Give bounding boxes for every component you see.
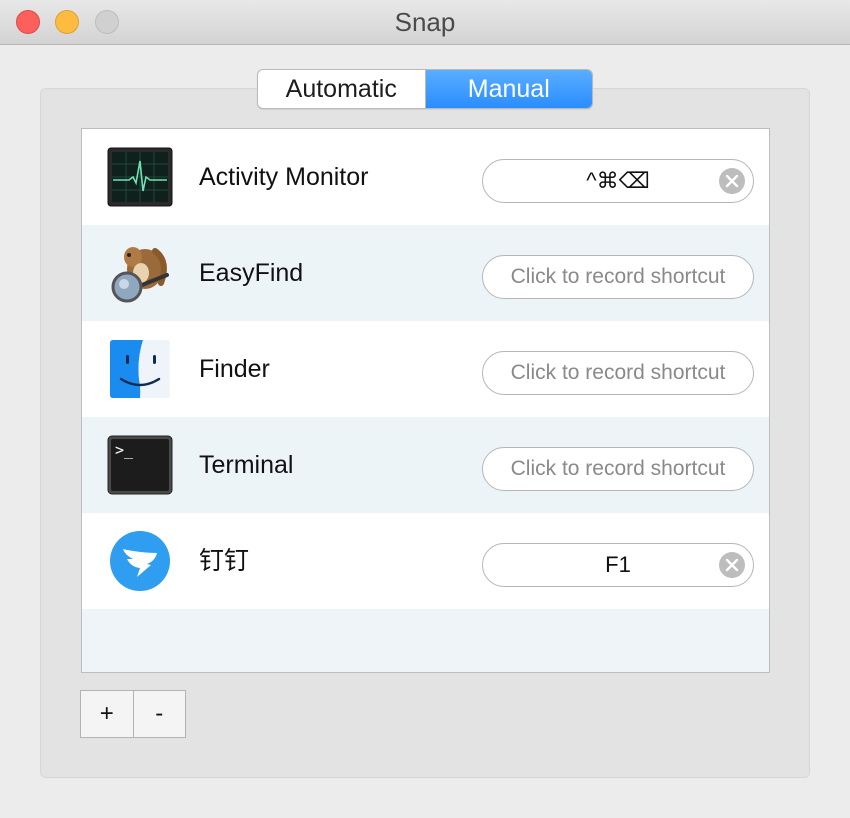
shortcut-recorder-finder[interactable]: Click to record shortcut <box>482 351 754 395</box>
window-title: Snap <box>394 7 456 37</box>
shortcut-value: ^⌘⌫ <box>586 168 650 193</box>
finder-icon <box>107 339 173 399</box>
remove-app-button[interactable]: - <box>132 691 186 737</box>
terminal-icon: >_ <box>107 435 173 495</box>
terminal-prompt-glyph: >_ <box>115 441 134 459</box>
list-item-terminal[interactable]: >_ Terminal Click to record shortcut <box>82 417 769 513</box>
activity-monitor-icon <box>107 147 173 207</box>
clear-shortcut-icon[interactable] <box>719 168 745 194</box>
title-bar[interactable]: Snap <box>0 0 850 45</box>
shortcut-placeholder: Click to record shortcut <box>510 265 726 288</box>
shortcut-placeholder: Click to record shortcut <box>510 457 726 480</box>
list-item-dingtalk[interactable]: 钉钉 F1 <box>82 513 769 609</box>
app-shortcut-list[interactable]: Activity Monitor ^⌘⌫ EasyFind Click to r… <box>81 128 770 673</box>
list-item-easyfind[interactable]: EasyFind Click to record shortcut <box>82 225 769 321</box>
clear-shortcut-icon[interactable] <box>719 552 745 578</box>
add-remove-controls: + - <box>80 690 186 738</box>
app-name: Finder <box>199 355 270 383</box>
tab-manual[interactable]: Manual <box>424 70 592 108</box>
shortcut-recorder-easyfind[interactable]: Click to record shortcut <box>482 255 754 299</box>
shortcut-recorder-dingtalk[interactable]: F1 <box>482 543 754 587</box>
dingtalk-icon <box>107 531 173 591</box>
mode-segmented-control: Automatic Manual <box>257 69 593 109</box>
app-name: EasyFind <box>199 259 304 287</box>
easyfind-icon <box>107 243 173 303</box>
app-name: 钉钉 <box>199 547 250 575</box>
shortcut-recorder-activity-monitor[interactable]: ^⌘⌫ <box>482 159 754 203</box>
add-app-button[interactable]: + <box>81 691 133 737</box>
app-name: Activity Monitor <box>199 163 369 191</box>
tab-automatic[interactable]: Automatic <box>258 70 425 108</box>
shortcut-placeholder: Click to record shortcut <box>510 361 726 384</box>
shortcut-value: F1 <box>605 552 631 577</box>
list-item-activity-monitor[interactable]: Activity Monitor ^⌘⌫ <box>82 129 769 225</box>
snap-window: Snap Automatic Manual Activity Monitor ^… <box>0 0 850 818</box>
app-name: Terminal <box>199 451 294 479</box>
shortcut-recorder-terminal[interactable]: Click to record shortcut <box>482 447 754 491</box>
list-item-finder[interactable]: Finder Click to record shortcut <box>82 321 769 417</box>
